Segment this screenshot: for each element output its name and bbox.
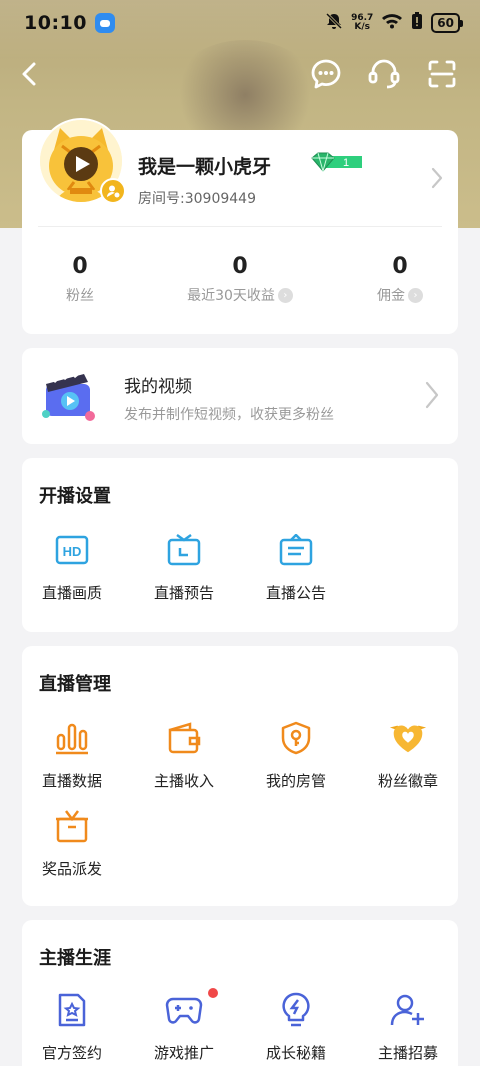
growth-tips-item[interactable]: 成长秘籍 xyxy=(248,990,344,1063)
chevron-right-icon[interactable] xyxy=(430,166,444,194)
chevron-right-icon xyxy=(424,380,440,414)
clock: 10:10 xyxy=(24,12,87,34)
level-badge: 1 xyxy=(310,152,362,173)
verify-badge-icon xyxy=(100,178,126,204)
my-videos-card[interactable]: 我的视频 发布并制作短视频，收获更多粉丝 xyxy=(22,348,458,444)
svg-text:1: 1 xyxy=(343,157,349,169)
streamer-recruit-item[interactable]: 主播招募 xyxy=(360,990,456,1063)
fan-badge-item[interactable]: 粉丝徽章 xyxy=(360,718,456,791)
notification-app-icon xyxy=(94,13,115,33)
svg-text:HD: HD xyxy=(63,544,82,559)
gift-icon xyxy=(52,806,92,846)
stat-label: 佣金 xyxy=(377,288,405,304)
bar-chart-icon xyxy=(52,718,92,758)
video-clapper-icon xyxy=(40,368,100,430)
game-promotion-item[interactable]: 游戏推广 xyxy=(136,990,232,1063)
stat-value: 0 xyxy=(72,254,88,279)
divider xyxy=(38,226,442,227)
back-button[interactable] xyxy=(12,56,48,92)
scan-icon xyxy=(428,60,456,88)
battery-alert-icon xyxy=(411,12,423,34)
stat-label: 粉丝 xyxy=(66,288,94,304)
shield-key-icon xyxy=(276,718,316,758)
stat-value: 0 xyxy=(392,254,408,279)
back-arrow-icon xyxy=(22,62,36,86)
chevron-right-icon: › xyxy=(277,287,293,303)
battery-indicator: 60 xyxy=(431,13,463,33)
add-user-icon xyxy=(388,990,428,1030)
my-videos-title: 我的视频 xyxy=(124,377,192,397)
stat-value: 0 xyxy=(232,254,248,279)
stat-commission[interactable]: 0 佣金 › xyxy=(330,254,470,305)
headset-icon xyxy=(368,59,400,89)
official-contract-item[interactable]: 官方签约 xyxy=(24,990,120,1063)
status-bar: 10:10 96.7 K/s 60 xyxy=(0,0,480,46)
top-navigation xyxy=(0,52,480,96)
profile-card[interactable]: 我是一颗小虎牙 1 房间号:30909449 0 粉丝 0 最近30天收益 › 0… xyxy=(22,118,458,334)
live-preview-item[interactable]: 直播预告 xyxy=(136,530,232,603)
contract-icon xyxy=(52,990,92,1030)
notice-icon xyxy=(276,530,316,570)
scan-button[interactable] xyxy=(424,56,460,92)
my-videos-subtitle: 发布并制作短视频，收获更多粉丝 xyxy=(124,407,334,423)
nickname: 我是一颗小虎牙 xyxy=(138,156,272,178)
tv-icon xyxy=(164,530,204,570)
streamer-career-card: 主播生涯 官方签约 游戏推广 成长秘籍 主播招募 xyxy=(22,920,458,1066)
hd-icon: HD xyxy=(52,530,92,570)
stat-fans[interactable]: 0 粉丝 xyxy=(10,254,150,305)
avatar[interactable] xyxy=(38,118,126,204)
diamond-level-icon: 1 xyxy=(311,152,362,173)
bulb-icon xyxy=(276,990,316,1030)
section-title: 开播设置 xyxy=(39,486,111,507)
chevron-right-icon: › xyxy=(408,287,423,303)
streamer-income-item[interactable]: 主播收入 xyxy=(136,718,232,791)
room-id: 房间号:30909449 xyxy=(138,191,256,207)
stat-label: 最近30天收益 xyxy=(187,288,275,304)
customer-service-button[interactable] xyxy=(366,56,402,92)
gamepad-icon xyxy=(164,990,204,1030)
mute-icon xyxy=(325,12,343,34)
notification-dot xyxy=(208,988,218,998)
section-title: 主播生涯 xyxy=(39,948,111,969)
network-speed: 96.7 K/s xyxy=(351,13,374,32)
wifi-icon xyxy=(381,13,403,33)
live-management-card: 直播管理 直播数据 主播收入 我的房管 粉丝徽章 奖品派发 xyxy=(22,646,458,906)
wallet-icon xyxy=(164,718,204,758)
live-quality-item[interactable]: HD 直播画质 xyxy=(24,530,120,603)
stat-income[interactable]: 0 最近30天收益 › xyxy=(170,254,310,305)
prize-distribution-item[interactable]: 奖品派发 xyxy=(24,806,120,879)
live-notice-item[interactable]: 直播公告 xyxy=(248,530,344,603)
live-data-item[interactable]: 直播数据 xyxy=(24,718,120,791)
heart-badge-icon xyxy=(388,718,428,758)
section-title: 直播管理 xyxy=(39,674,111,695)
messages-button[interactable] xyxy=(308,56,344,92)
room-admin-item[interactable]: 我的房管 xyxy=(248,718,344,791)
chat-bubble-icon xyxy=(311,59,341,89)
live-settings-card: 开播设置 HD 直播画质 直播预告 直播公告 xyxy=(22,458,458,632)
